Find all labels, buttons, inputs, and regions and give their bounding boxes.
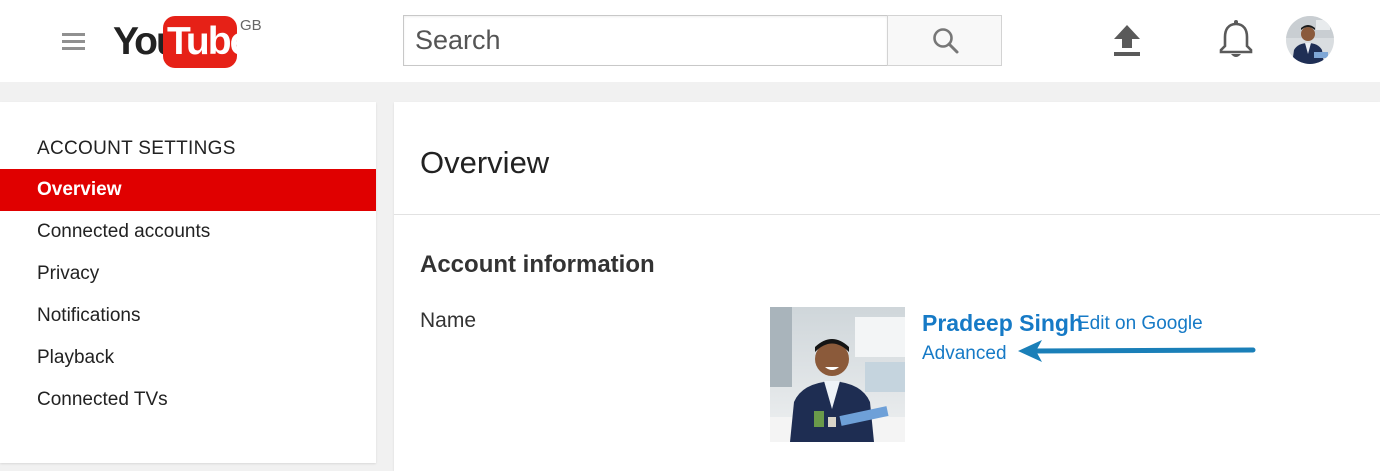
main-panel: Overview Account information Name Pradee… [394, 102, 1380, 471]
search-button[interactable] [887, 15, 1002, 66]
bell-icon[interactable] [1218, 19, 1254, 59]
region-code: GB [240, 17, 262, 34]
profile-photo [770, 307, 905, 442]
search-bar [403, 15, 1002, 66]
sidebar-item-connected-accounts[interactable]: Connected accounts [0, 211, 376, 253]
profile-photo-image [770, 307, 905, 442]
sidebar-item-privacy[interactable]: Privacy [0, 253, 376, 295]
avatar-image [1286, 16, 1334, 64]
sidebar-item-connected-tvs[interactable]: Connected TVs [0, 379, 376, 421]
name-label: Name [420, 309, 477, 332]
upload-icon[interactable] [1113, 24, 1141, 57]
sidebar-item-playback[interactable]: Playback [0, 337, 376, 379]
sidebar-item-overview[interactable]: Overview [0, 169, 376, 211]
search-icon [933, 28, 959, 54]
menu-icon[interactable] [62, 33, 85, 50]
section-title: Account information [420, 251, 655, 278]
avatar[interactable] [1286, 16, 1334, 64]
search-input[interactable] [403, 15, 887, 66]
divider [394, 214, 1380, 215]
page-title: Overview [420, 145, 550, 180]
profile-name-link[interactable]: Pradeep Singh [922, 310, 1083, 337]
advanced-link[interactable]: Advanced [922, 343, 1007, 365]
annotation-arrow-icon [1018, 340, 1256, 362]
edit-on-google-link[interactable]: Edit on Google [1077, 313, 1203, 335]
top-bar: You Tube GB [0, 0, 1380, 82]
sidebar-nav: Overview Connected accounts Privacy Noti… [0, 169, 376, 421]
logo-tube-text: Tube [167, 20, 251, 63]
settings-sidebar: ACCOUNT SETTINGS Overview Connected acco… [0, 102, 376, 463]
sidebar-item-notifications[interactable]: Notifications [0, 295, 376, 337]
sidebar-heading: ACCOUNT SETTINGS [37, 138, 236, 159]
